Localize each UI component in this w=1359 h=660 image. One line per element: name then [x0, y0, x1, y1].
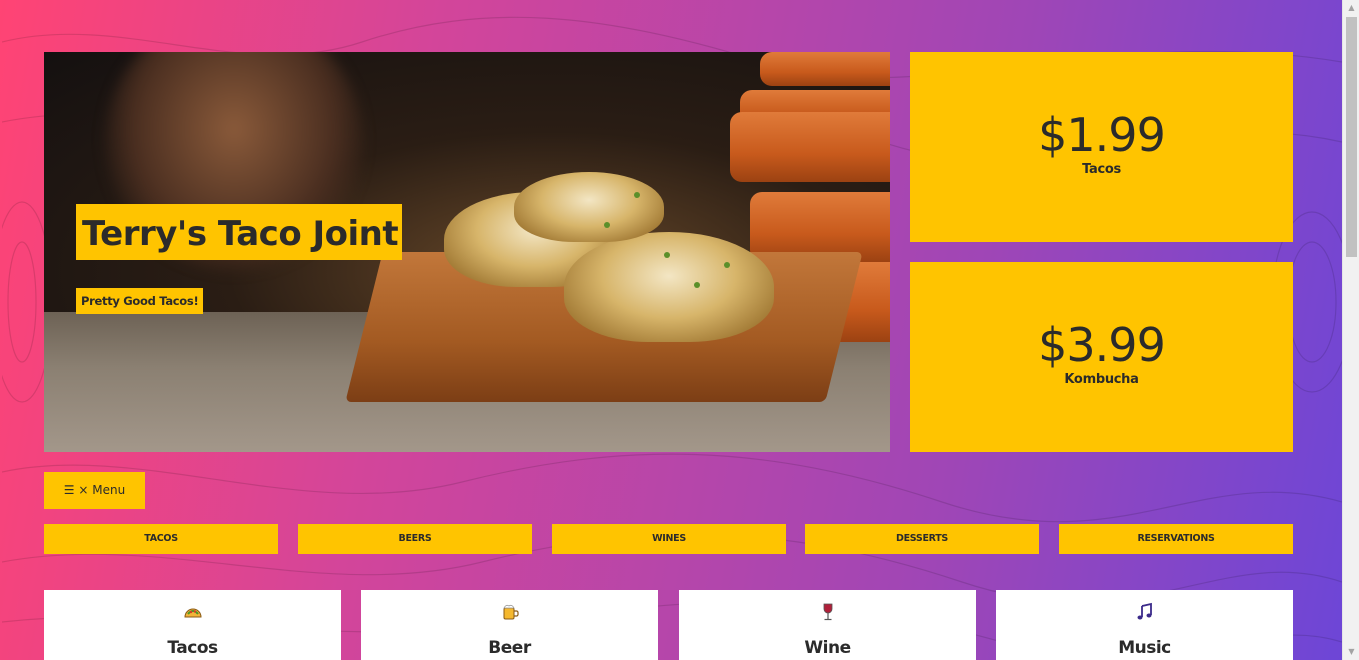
feature-label: Music [1118, 638, 1171, 658]
beer-icon [502, 604, 519, 620]
feature-card-beer: Beer [361, 590, 658, 660]
feature-label: Tacos [167, 638, 218, 658]
hero-photo-herb [634, 192, 640, 198]
scrollbar-thumb[interactable] [1346, 17, 1357, 257]
nav-item-tacos[interactable]: TACOS [44, 524, 278, 554]
taco-icon [183, 608, 202, 618]
scroll-up-icon[interactable]: ▲ [1343, 0, 1359, 16]
feature-label: Beer [488, 638, 531, 658]
music-icon [1137, 602, 1152, 620]
hero-photo-herb [724, 262, 730, 268]
wine-icon [823, 603, 832, 621]
hero-banner: Terry's Taco Joint Pretty Good Tacos! [44, 52, 890, 452]
page: Terry's Taco Joint Pretty Good Tacos! $1… [2, 2, 1342, 660]
price-item: Kombucha [1064, 372, 1139, 387]
menu-toggle-button[interactable]: ☰ × Menu [44, 472, 145, 509]
hero-subtitle: Pretty Good Tacos! [76, 288, 204, 314]
hero-photo-bowl [730, 112, 890, 182]
nav-bar: TACOS BEERS WINES DESSERTS RESERVATIONS [44, 524, 1293, 554]
hero-photo-taco [564, 232, 774, 342]
nav-item-beers[interactable]: BEERS [298, 524, 532, 554]
price-card-kombucha: $3.99 Kombucha [910, 262, 1293, 452]
vertical-scrollbar[interactable]: ▲ ▼ [1342, 0, 1359, 660]
price-item: Tacos [1082, 162, 1121, 177]
hero-photo-herb [604, 222, 610, 228]
hero-photo-bowl [760, 52, 890, 86]
hero-photo-herb [694, 282, 700, 288]
hero-title: Terry's Taco Joint [76, 204, 403, 260]
feature-card-music: Music [996, 590, 1293, 660]
price-value: $3.99 [1038, 318, 1166, 372]
nav-item-desserts[interactable]: DESSERTS [805, 524, 1039, 554]
feature-card-tacos: Tacos [44, 590, 341, 660]
hero-photo-herb [664, 252, 670, 258]
hero-photo-taco [514, 172, 664, 242]
nav-item-wines[interactable]: WINES [552, 524, 786, 554]
price-value: $1.99 [1038, 108, 1166, 162]
feature-card-wine: Wine [679, 590, 976, 660]
price-card-tacos: $1.99 Tacos [910, 52, 1293, 242]
nav-item-reservations[interactable]: RESERVATIONS [1059, 524, 1293, 554]
feature-label: Wine [804, 638, 851, 658]
scroll-down-icon[interactable]: ▼ [1343, 644, 1359, 660]
